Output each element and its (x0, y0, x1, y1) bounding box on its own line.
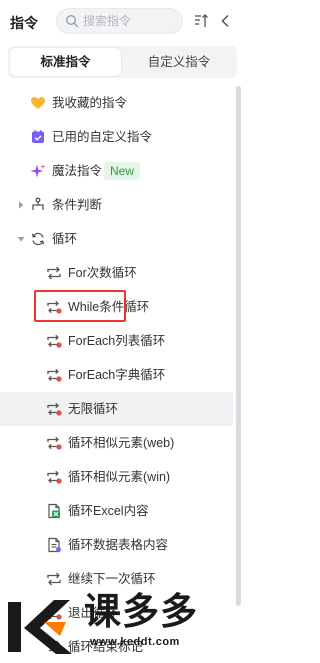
loop-item-label: 循环相似元素(web) (68, 436, 175, 450)
loop-item-label: For次数循环 (68, 266, 137, 280)
loop-item-datatable[interactable]: 循环数据表格内容 (0, 528, 233, 562)
tab-standard-commands[interactable]: 标准指令 (10, 48, 121, 76)
loop-item-label: While条件循环 (68, 300, 150, 314)
conditional-loop-icon (47, 334, 62, 348)
loop-item-while[interactable]: While条件循环 (0, 290, 233, 324)
loop-item-for-count[interactable]: For次数循环 (0, 256, 233, 290)
tree-item-label: 条件判断 (52, 198, 103, 212)
tree-item-condition[interactable]: 条件判断 (0, 188, 233, 222)
tree-item-magic[interactable]: 魔法指令 New (0, 154, 233, 188)
command-tabs: 标准指令 自定义指令 (8, 46, 237, 78)
loop-item-label: 退出循环 (68, 606, 119, 620)
loop-item-continue[interactable]: 继续下一次循环 (0, 562, 233, 596)
loop-item-label: 循环数据表格内容 (68, 538, 169, 552)
tree-item-loop[interactable]: 循环 (0, 222, 233, 256)
conditional-loop-icon (47, 300, 62, 314)
tree-item-label: 循环 (52, 232, 78, 246)
conditional-loop-icon (47, 368, 62, 382)
conditional-loop-icon (47, 402, 62, 416)
continue-arrow-icon (47, 572, 61, 586)
tree-item-favorites[interactable]: 我收藏的指令 (0, 86, 233, 120)
loop-item-label: ForEach列表循环 (68, 334, 166, 348)
loop-item-excel[interactable]: 循环Excel内容 (0, 494, 233, 528)
sort-icon[interactable] (193, 12, 211, 30)
caret-down-icon[interactable] (17, 235, 25, 243)
tab-custom-commands[interactable]: 自定义指令 (123, 48, 235, 76)
branch-icon (32, 197, 44, 210)
refresh-icon (31, 232, 45, 246)
search-icon (65, 14, 79, 28)
tree-item-label: 已用的自定义指令 (52, 130, 153, 144)
caret-right-icon[interactable] (17, 201, 25, 209)
loop-item-break[interactable]: 退出循环 (0, 596, 233, 630)
conditional-loop-icon (47, 470, 62, 484)
tree-item-label: 我收藏的指令 (52, 96, 128, 110)
sparkle-icon (30, 164, 46, 178)
table-file-icon (48, 537, 61, 553)
collapse-panel-icon[interactable] (217, 12, 235, 30)
excel-file-icon (48, 503, 60, 519)
loop-item-infinite[interactable]: 无限循环 (0, 392, 233, 426)
loop-item-foreach-dict[interactable]: ForEach字典循环 (0, 358, 233, 392)
tree-scrollbar[interactable] (236, 86, 241, 663)
custom-command-icon (32, 130, 44, 143)
loop-end-icon (47, 640, 61, 652)
loop-item-similar-win[interactable]: 循环相似元素(win) (0, 460, 233, 494)
panel-header: 指令 (0, 0, 245, 42)
conditional-loop-icon (47, 606, 62, 620)
loop-item-similar-web[interactable]: 循环相似元素(web) (0, 426, 233, 460)
loop-item-label: 循环Excel内容 (68, 504, 149, 518)
loop-item-label: 循环结束标记 (68, 640, 144, 654)
search-input[interactable] (83, 12, 175, 30)
loop-item-label: 无限循环 (68, 402, 119, 416)
loop-item-label: ForEach字典循环 (68, 368, 166, 382)
search-box[interactable] (56, 8, 183, 34)
loop-item-label: 循环相似元素(win) (68, 470, 171, 484)
tree-item-wait[interactable]: 等待 (0, 655, 233, 663)
heart-icon (31, 97, 45, 109)
tree-item-used-custom[interactable]: 已用的自定义指令 (0, 120, 233, 154)
loop-item-label: 继续下一次循环 (68, 572, 156, 586)
tree-item-label: 魔法指令 (52, 164, 103, 178)
scrollbar-thumb[interactable] (236, 86, 241, 606)
panel-title: 指令 (10, 15, 38, 31)
loop-item-foreach-list[interactable]: ForEach列表循环 (0, 324, 233, 358)
conditional-loop-icon (47, 436, 62, 450)
new-badge: New (104, 162, 141, 180)
loop-arrows-icon (47, 266, 61, 280)
